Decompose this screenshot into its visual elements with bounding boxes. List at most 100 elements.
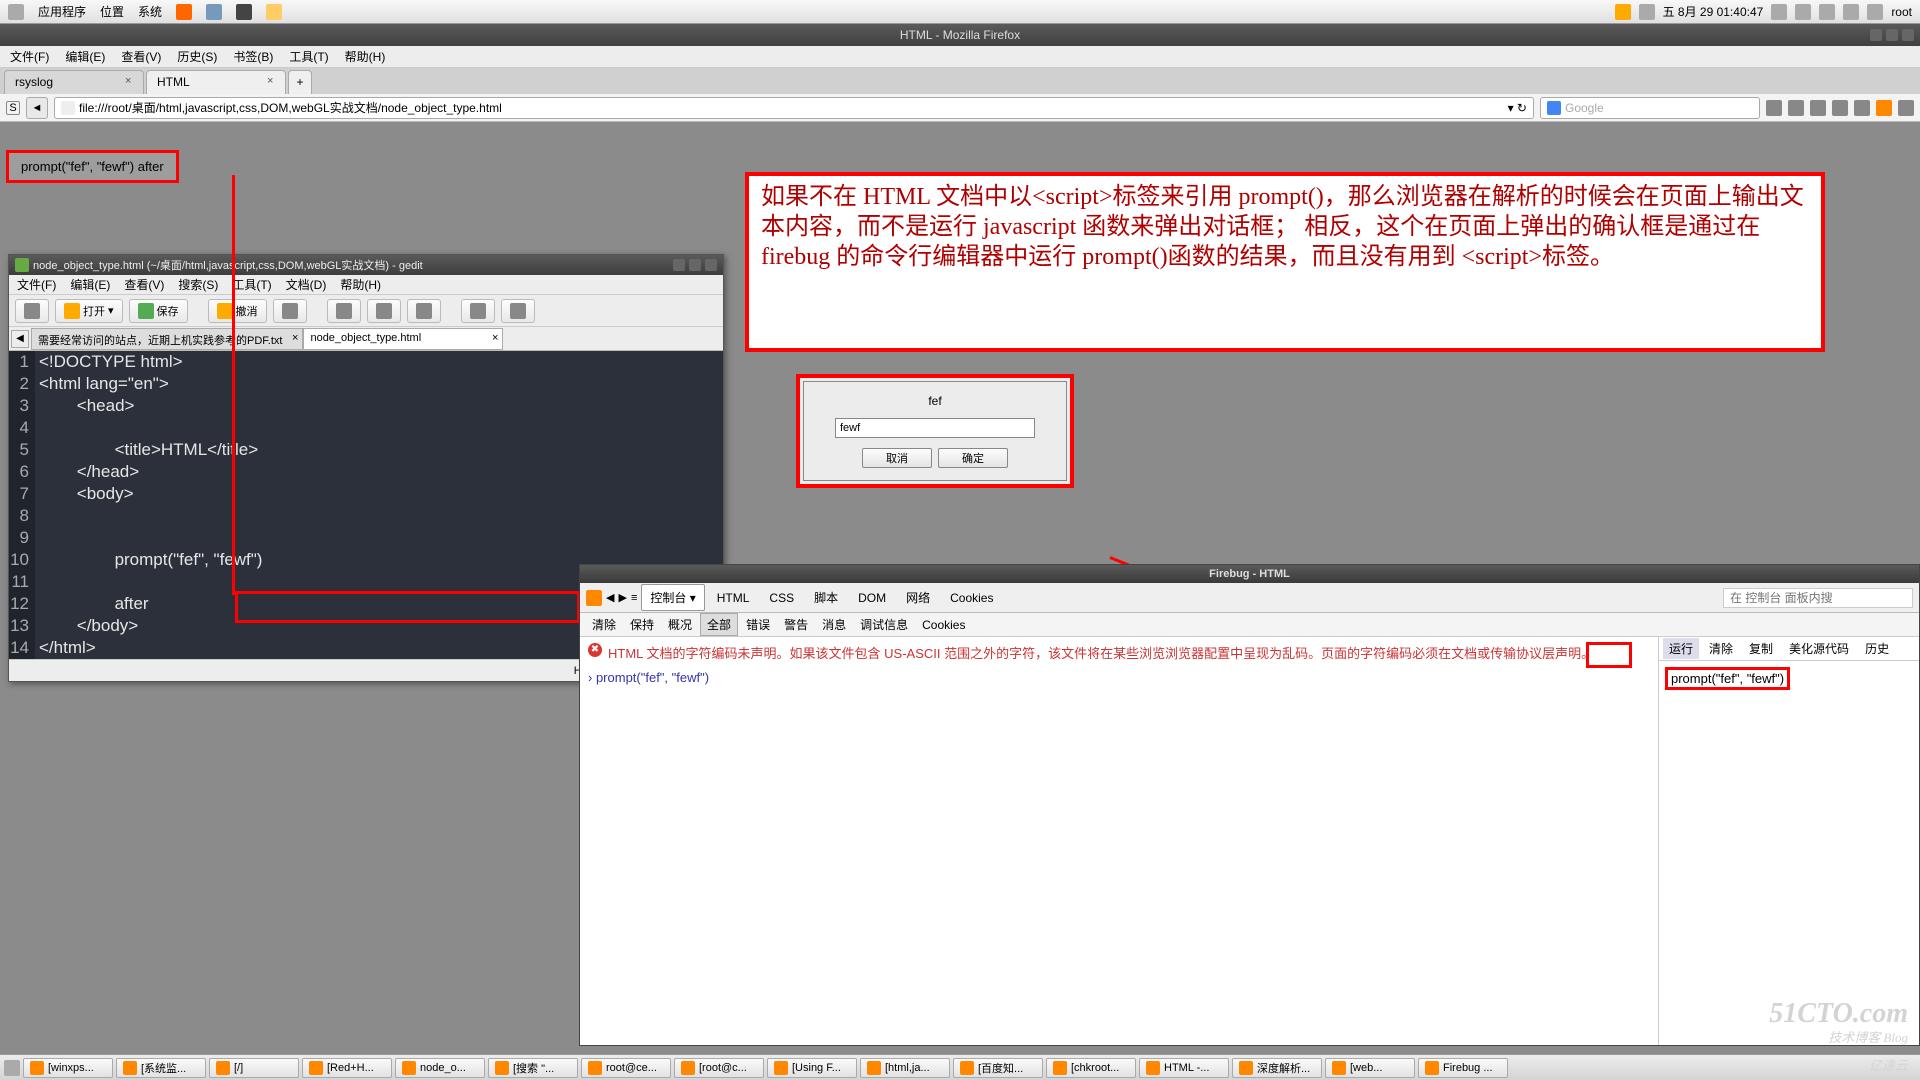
copy-button[interactable] (367, 299, 401, 323)
task-item[interactable]: [百度知... (953, 1058, 1043, 1078)
menu-edit[interactable]: 编辑(E) (65, 48, 105, 65)
task-item[interactable]: [html,ja... (860, 1058, 950, 1078)
cut-button[interactable] (327, 299, 361, 323)
task-item[interactable]: HTML -... (1139, 1058, 1229, 1078)
task-item[interactable]: [winxps... (23, 1058, 113, 1078)
menu-view[interactable]: 查看(V) (124, 276, 164, 293)
task-item[interactable]: root@ce... (581, 1058, 671, 1078)
bookmark-icon[interactable] (1810, 100, 1826, 116)
tab-css[interactable]: CSS (761, 587, 802, 609)
find-button[interactable] (461, 299, 495, 323)
user-menu[interactable]: root (1891, 5, 1912, 19)
terminal-launcher-icon[interactable] (236, 4, 252, 20)
cancel-button[interactable]: 取消 (862, 448, 932, 468)
undo-button[interactable]: 撤消 (208, 299, 267, 323)
menu-view[interactable]: 查看(V) (121, 48, 161, 65)
firebug-console-output[interactable]: ✖ HTML 文档的字符编码未声明。如果该文件包含 US-ASCII 范围之外的… (580, 637, 1659, 1045)
close-icon[interactable]: × (267, 75, 279, 87)
max-button[interactable] (1886, 29, 1898, 41)
paste-button[interactable] (407, 299, 441, 323)
url-bar[interactable]: file:///root/桌面/html,javascript,css,DOM,… (54, 97, 1534, 119)
open-button[interactable]: 打开 ▾ (55, 299, 123, 323)
task-item[interactable]: [搜索 "... (488, 1058, 578, 1078)
prompt-input[interactable] (835, 418, 1035, 438)
volume-icon[interactable] (1819, 4, 1835, 20)
fb-toggle-cmd[interactable]: ≡ (631, 592, 637, 604)
tab-rsyslog[interactable]: rsyslog× (4, 70, 144, 94)
sub-errors[interactable]: 错误 (740, 614, 776, 635)
display-icon[interactable] (1867, 4, 1883, 20)
tab-console[interactable]: 控制台 ▾ (641, 584, 704, 611)
menu-tools[interactable]: 工具(T) (232, 276, 271, 293)
task-item[interactable]: [Using F... (767, 1058, 857, 1078)
close-icon[interactable]: × (492, 332, 498, 344)
weather-icon[interactable] (1615, 4, 1631, 20)
gedit-tab-html[interactable]: node_object_type.html× (303, 328, 503, 350)
redo-button[interactable] (273, 299, 307, 323)
task-item[interactable]: node_o... (395, 1058, 485, 1078)
btn-clear[interactable]: 清除 (1703, 638, 1739, 659)
sub-cookies[interactable]: Cookies (916, 616, 971, 634)
close-icon[interactable]: × (125, 75, 137, 87)
network-icon[interactable] (1795, 4, 1811, 20)
task-item[interactable]: 深度解析... (1232, 1058, 1322, 1078)
menu-bookmarks[interactable]: 书签(B) (233, 48, 273, 65)
task-item[interactable]: Firebug ... (1418, 1058, 1508, 1078)
home-icon[interactable] (1788, 100, 1804, 116)
panel-places[interactable]: 位置 (100, 3, 124, 20)
task-item[interactable]: [/] (209, 1058, 299, 1078)
panel-system[interactable]: 系统 (138, 3, 162, 20)
sub-info[interactable]: 消息 (816, 614, 852, 635)
identity-icon[interactable]: S (6, 101, 20, 115)
menu-search[interactable]: 搜索(S) (178, 276, 218, 293)
panel-apps[interactable]: 应用程序 (38, 3, 86, 20)
gedit-tab-pdf[interactable]: 需要经常访问的站点，近期上机实践参考的PDF.txt× (31, 328, 303, 350)
feed-icon[interactable] (1832, 100, 1848, 116)
firebug-bug-icon[interactable] (586, 590, 602, 606)
fb-nav-prev[interactable]: ◀ (606, 591, 614, 604)
sub-persist[interactable]: 保持 (624, 614, 660, 635)
close-button[interactable] (1902, 29, 1914, 41)
btn-pretty[interactable]: 美化源代码 (1783, 638, 1855, 659)
menu-file[interactable]: 文件(F) (17, 276, 56, 293)
menu-edit[interactable]: 编辑(E) (70, 276, 110, 293)
task-item[interactable]: [root@c... (674, 1058, 764, 1078)
sub-debug[interactable]: 调试信息 (854, 614, 914, 635)
firefox-launcher-icon[interactable] (176, 4, 192, 20)
clock[interactable]: 五 8月 29 01:40:47 (1663, 3, 1764, 20)
btn-copy[interactable]: 复制 (1743, 638, 1779, 659)
show-desktop-icon[interactable] (4, 1060, 20, 1076)
menu-history[interactable]: 历史(S) (177, 48, 217, 65)
menu-file[interactable]: 文件(F) (10, 48, 49, 65)
save-button[interactable]: 保存 (129, 299, 188, 323)
menu-tools[interactable]: 工具(T) (289, 48, 328, 65)
search-box[interactable]: Google (1540, 97, 1760, 119)
back-button[interactable]: ◄ (26, 97, 48, 119)
new-button[interactable] (15, 299, 49, 323)
firebug-search-input[interactable] (1723, 588, 1913, 608)
min-button[interactable] (673, 259, 685, 271)
tab-prev-button[interactable]: ◀ (11, 330, 29, 348)
sub-profile[interactable]: 概况 (662, 614, 698, 635)
tab-html[interactable]: HTML (709, 587, 758, 609)
replace-button[interactable] (501, 299, 535, 323)
close-button[interactable] (705, 259, 717, 271)
update-icon[interactable] (1639, 4, 1655, 20)
firebug-editor-textarea[interactable]: prompt("fef", "fewf") (1659, 661, 1919, 1045)
bluetooth-icon[interactable] (1771, 4, 1787, 20)
fb-nav-next[interactable]: ▶ (618, 591, 626, 604)
min-button[interactable] (1870, 29, 1882, 41)
max-button[interactable] (689, 259, 701, 271)
tab-html[interactable]: HTML× (146, 70, 286, 94)
task-item[interactable]: [系统监... (116, 1058, 206, 1078)
downloads-icon[interactable] (1766, 100, 1782, 116)
files-launcher-icon[interactable] (206, 4, 222, 20)
close-icon[interactable]: × (292, 332, 298, 344)
task-item[interactable]: [web... (1325, 1058, 1415, 1078)
notes-launcher-icon[interactable] (266, 4, 282, 20)
menu-help[interactable]: 帮助(H) (340, 276, 381, 293)
sub-clear[interactable]: 清除 (586, 614, 622, 635)
btn-run[interactable]: 运行 (1663, 638, 1699, 659)
tab-cookies[interactable]: Cookies (942, 587, 1001, 609)
sub-all[interactable]: 全部 (700, 613, 738, 636)
